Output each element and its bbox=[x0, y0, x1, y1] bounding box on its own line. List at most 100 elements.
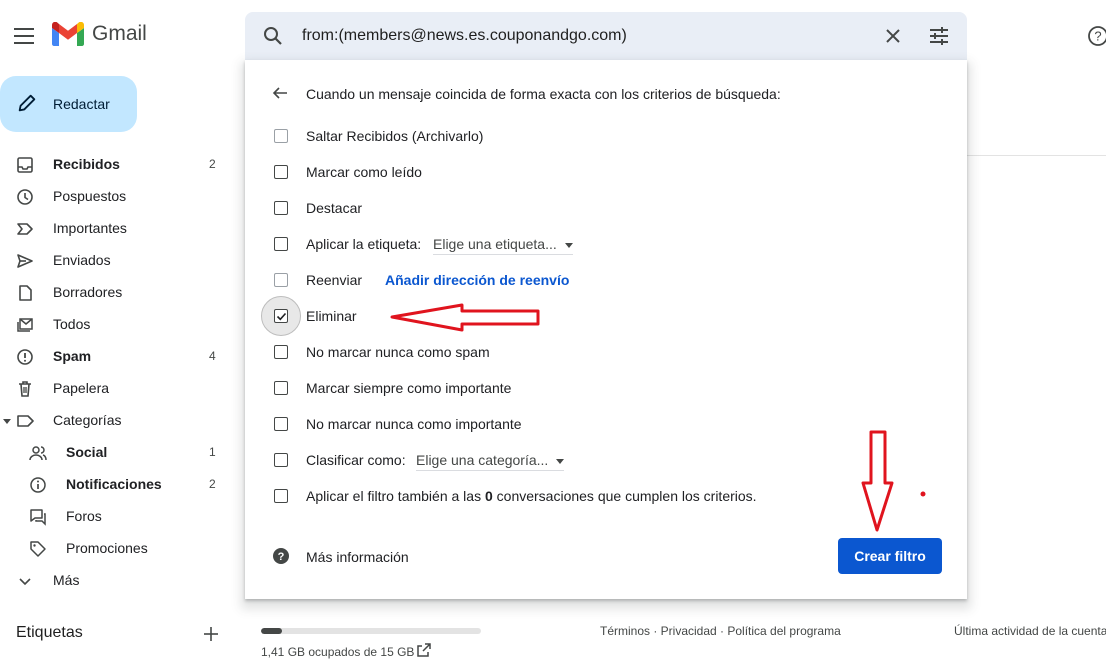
search-bar[interactable]: from:(members@news.es.couponandgo.com) bbox=[245, 12, 967, 60]
help-circle-icon: ? bbox=[273, 548, 289, 564]
sidebar-item-promotions[interactable]: Promociones bbox=[0, 532, 230, 564]
mark-read-checkbox[interactable] bbox=[274, 165, 288, 179]
draft-icon bbox=[19, 285, 32, 301]
apply-existing-checkbox[interactable] bbox=[274, 489, 288, 503]
caret-down-icon[interactable] bbox=[2, 412, 12, 430]
sidebar-item-notifications[interactable]: Notificaciones 2 bbox=[0, 468, 230, 500]
svg-text:?: ? bbox=[1094, 29, 1101, 44]
storage-usage-text: 1,41 GB ocupados de 15 GB bbox=[261, 645, 415, 659]
sidebar-item-label: Notificaciones bbox=[66, 476, 162, 492]
info-icon bbox=[30, 477, 46, 493]
option-always-important: Marcar siempre como importante bbox=[245, 370, 967, 406]
option-star: Destacar bbox=[245, 190, 967, 226]
sidebar-item-label: Todos bbox=[53, 316, 91, 332]
sidebar-item-label: Recibidos bbox=[53, 156, 120, 172]
sidebar-item-all-mail[interactable]: Todos bbox=[0, 308, 230, 340]
categorize-checkbox[interactable] bbox=[274, 453, 288, 467]
clock-icon bbox=[17, 189, 33, 205]
option-delete: Eliminar bbox=[245, 296, 967, 336]
main-menu-button[interactable] bbox=[14, 28, 34, 44]
filter-heading: Cuando un mensaje coincida de forma exac… bbox=[306, 86, 781, 102]
sidebar-item-snoozed[interactable]: Pospuestos bbox=[0, 180, 230, 212]
dropdown-caret-icon bbox=[564, 242, 573, 248]
sidebar-item-spam[interactable]: Spam 4 bbox=[0, 340, 230, 372]
sidebar-item-label: Promociones bbox=[66, 540, 148, 556]
search-options-icon[interactable] bbox=[927, 24, 951, 48]
delete-checkbox[interactable] bbox=[274, 309, 288, 323]
sidebar-item-label: Foros bbox=[66, 508, 102, 524]
pencil-icon bbox=[18, 94, 36, 112]
apply-label-checkbox[interactable] bbox=[274, 237, 288, 251]
sidebar-item-more[interactable]: Más bbox=[0, 564, 230, 596]
option-categorize: Clasificar como: Elige una categoría... bbox=[245, 442, 967, 478]
compose-button[interactable]: Redactar bbox=[0, 76, 137, 132]
never-spam-checkbox[interactable] bbox=[274, 345, 288, 359]
add-label-icon[interactable] bbox=[201, 624, 221, 644]
sidebar-item-label: Pospuestos bbox=[53, 188, 127, 204]
storage-bar-fill bbox=[261, 628, 282, 634]
svg-text:?: ? bbox=[278, 551, 285, 563]
option-skip-inbox: Saltar Recibidos (Archivarlo) bbox=[245, 118, 967, 154]
apply-existing-prefix: Aplicar el filtro también a las bbox=[306, 488, 485, 504]
option-never-important: No marcar nunca como importante bbox=[245, 406, 967, 442]
app-name: Gmail bbox=[92, 22, 147, 45]
people-icon bbox=[29, 446, 47, 461]
apply-existing-suffix: conversaciones que cumplen los criterios… bbox=[492, 488, 757, 504]
unread-count: 4 bbox=[209, 349, 216, 363]
search-icon[interactable] bbox=[261, 24, 285, 48]
category-select[interactable]: Elige una categoría... bbox=[416, 452, 565, 471]
sidebar-item-label: Más bbox=[53, 572, 80, 588]
option-label: Reenviar bbox=[306, 272, 363, 288]
forward-checkbox[interactable] bbox=[274, 273, 288, 287]
option-label: Eliminar bbox=[306, 308, 357, 324]
add-forwarding-address-link[interactable]: Añadir dirección de reenvío bbox=[385, 272, 569, 288]
check-icon bbox=[276, 312, 286, 320]
star-checkbox[interactable] bbox=[274, 201, 288, 215]
back-arrow-icon[interactable] bbox=[271, 84, 289, 102]
sidebar-item-categories[interactable]: Categorías bbox=[0, 404, 230, 436]
footer-links[interactable]: Términos · Privacidad · Política del pro… bbox=[600, 624, 841, 638]
always-important-checkbox[interactable] bbox=[274, 381, 288, 395]
option-never-spam: No marcar nunca como spam bbox=[245, 334, 967, 370]
skip-inbox-checkbox[interactable] bbox=[274, 129, 288, 143]
create-filter-button[interactable]: Crear filtro bbox=[838, 538, 942, 574]
help-icon[interactable]: ? bbox=[1086, 24, 1106, 48]
option-apply-label: Aplicar la etiqueta: Elige una etiqueta.… bbox=[245, 226, 967, 262]
sidebar-item-label: Borradores bbox=[53, 284, 123, 300]
dropdown-caret-icon bbox=[556, 458, 565, 464]
labels-heading: Etiquetas bbox=[16, 624, 83, 641]
message-list-background bbox=[966, 68, 1106, 156]
last-account-activity[interactable]: Última actividad de la cuenta bbox=[954, 624, 1106, 638]
sidebar-item-forums[interactable]: Foros bbox=[0, 500, 230, 532]
unread-count: 2 bbox=[209, 477, 216, 491]
label-select[interactable]: Elige una etiqueta... bbox=[433, 236, 573, 255]
spam-icon bbox=[17, 349, 33, 365]
never-important-checkbox[interactable] bbox=[274, 417, 288, 431]
sidebar-item-social[interactable]: Social 1 bbox=[0, 436, 230, 468]
option-forward: Reenviar Añadir dirección de reenvío bbox=[245, 262, 967, 298]
gmail-logo[interactable]: Gmail bbox=[52, 22, 147, 46]
option-label: Destacar bbox=[306, 200, 363, 216]
sidebar-item-inbox[interactable]: Recibidos 2 bbox=[0, 148, 230, 180]
option-label: No marcar nunca como spam bbox=[306, 344, 490, 360]
open-external-icon[interactable] bbox=[416, 642, 432, 658]
sidebar-item-label: Spam bbox=[53, 348, 92, 364]
create-filter-panel: Cuando un mensaje coincida de forma exac… bbox=[245, 60, 967, 599]
more-info-link[interactable]: Más información bbox=[306, 549, 409, 565]
send-icon bbox=[17, 254, 33, 268]
search-input[interactable]: from:(members@news.es.couponandgo.com) bbox=[302, 27, 627, 45]
tag-icon bbox=[30, 541, 46, 557]
sidebar-item-sent[interactable]: Enviados bbox=[0, 244, 230, 276]
option-label: Clasificar como: bbox=[306, 452, 406, 468]
storage-bar bbox=[261, 628, 481, 634]
sidebar-item-label: Enviados bbox=[53, 252, 111, 268]
label-icon bbox=[17, 415, 34, 427]
option-label: Marcar siempre como importante bbox=[306, 380, 512, 396]
sidebar-item-trash[interactable]: Papelera bbox=[0, 372, 230, 404]
sidebar-item-drafts[interactable]: Borradores bbox=[0, 276, 230, 308]
chevron-down-icon bbox=[19, 578, 31, 586]
important-icon bbox=[17, 223, 33, 235]
unread-count: 1 bbox=[209, 445, 216, 459]
close-icon[interactable] bbox=[881, 24, 905, 48]
sidebar-item-important[interactable]: Importantes bbox=[0, 212, 230, 244]
